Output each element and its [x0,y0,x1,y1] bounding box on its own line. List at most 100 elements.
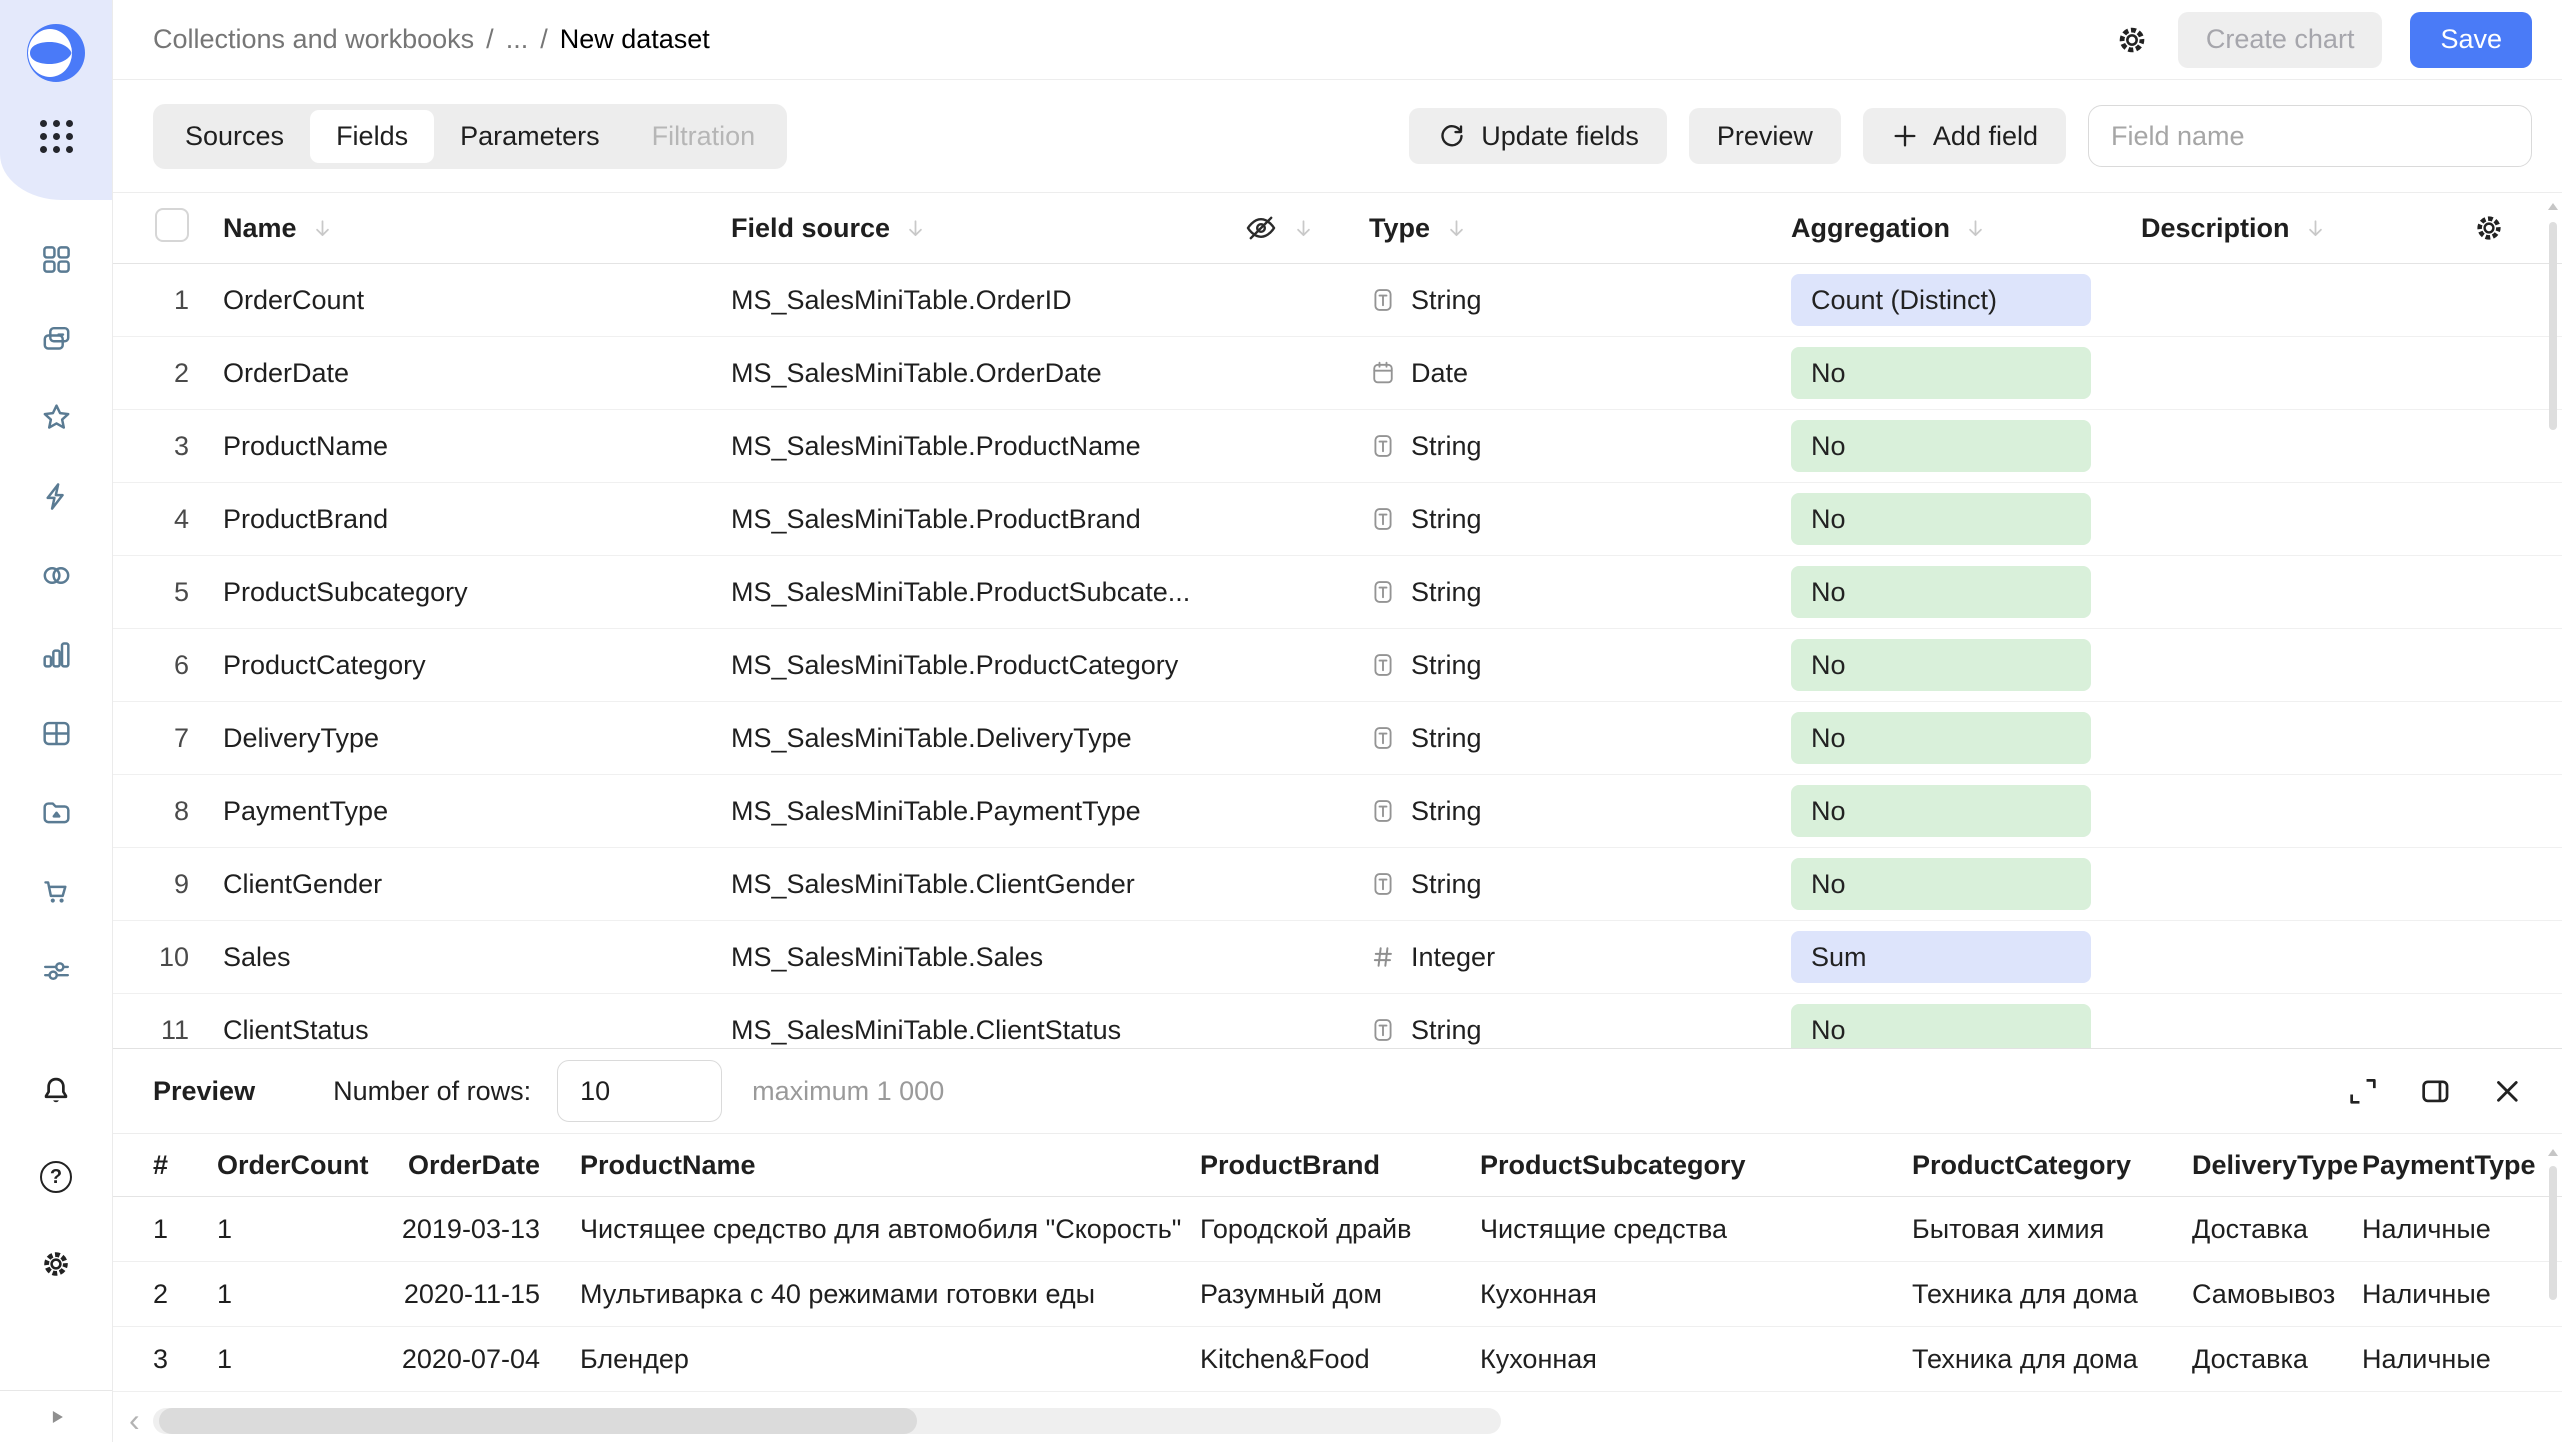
field-type[interactable]: String [1369,431,1791,462]
field-name[interactable]: ProductBrand [223,504,731,535]
column-header-description[interactable]: Description [2141,213,2290,244]
relations-circles-icon[interactable] [40,559,73,592]
aggregation-select[interactable]: No [1791,566,2091,618]
sort-arrow-icon[interactable] [1963,216,1988,241]
charts-icon[interactable] [40,638,73,671]
field-row[interactable]: 3 ProductName MS_SalesMiniTable.ProductN… [113,410,2562,483]
notifications-bell-icon[interactable] [39,1073,73,1107]
settings-sliders-icon[interactable] [40,954,73,987]
split-view-icon[interactable] [2418,1074,2452,1108]
collections-icon[interactable] [40,322,73,355]
field-type[interactable]: String [1369,723,1791,754]
field-name[interactable]: OrderCount [223,285,731,316]
field-row[interactable]: 11 ClientStatus MS_SalesMiniTable.Client… [113,994,2562,1048]
hidden-eye-off-icon[interactable] [1244,211,1278,245]
dataset-settings-gear-icon[interactable] [2114,22,2150,58]
field-type[interactable]: String [1369,504,1791,535]
column-header-type[interactable]: Type [1369,213,1430,244]
field-name[interactable]: ProductSubcategory [223,577,731,608]
field-row[interactable]: 2 OrderDate MS_SalesMiniTable.OrderDate … [113,337,2562,410]
sort-arrow-icon[interactable] [903,216,928,241]
fields-vertical-scrollbar[interactable] [2549,222,2557,430]
field-type[interactable]: String [1369,285,1791,316]
sort-arrow-icon[interactable] [1444,216,1469,241]
lightning-icon[interactable] [40,480,73,513]
aggregation-select[interactable]: No [1791,493,2091,545]
field-row[interactable]: 10 Sales MS_SalesMiniTable.Sales Integer… [113,921,2562,994]
field-row[interactable]: 1 OrderCount MS_SalesMiniTable.OrderID S… [113,264,2562,337]
expand-preview-icon[interactable] [2346,1074,2380,1108]
tab[interactable]: Parameters [434,110,626,163]
tab[interactable]: Filtration [626,110,782,163]
aggregation-select[interactable]: Sum [1791,931,2091,983]
field-type[interactable]: Date [1369,358,1791,389]
column-header-field-source[interactable]: Field source [731,213,890,244]
field-row[interactable]: 7 DeliveryType MS_SalesMiniTable.Deliver… [113,702,2562,775]
field-row[interactable]: 4 ProductBrand MS_SalesMiniTable.Product… [113,483,2562,556]
help-icon[interactable]: ? [40,1161,72,1193]
sidebar-expand-footer[interactable] [0,1390,112,1442]
aggregation-select[interactable]: No [1791,639,2091,691]
field-type[interactable]: String [1369,796,1791,827]
aggregation-select[interactable]: Count (Distinct) [1791,274,2091,326]
table-icon[interactable] [40,717,73,750]
folder-icon[interactable] [40,796,73,829]
preview-vertical-scrollbar[interactable] [2549,1166,2557,1300]
field-name[interactable]: ClientGender [223,869,731,900]
horizontal-scrollbar[interactable] [153,1408,1501,1434]
close-preview-icon[interactable] [2490,1074,2524,1108]
scroll-up-arrow-icon[interactable] [2548,203,2558,210]
favorites-star-icon[interactable] [40,401,73,434]
field-row[interactable]: 5 ProductSubcategory MS_SalesMiniTable.P… [113,556,2562,629]
dashboards-icon[interactable] [40,243,73,276]
save-button[interactable]: Save [2410,11,2532,68]
gear-icon[interactable] [39,1247,73,1281]
field-row[interactable]: 9 ClientGender MS_SalesMiniTable.ClientG… [113,848,2562,921]
field-name[interactable]: ProductCategory [223,650,731,681]
field-row[interactable]: 6 ProductCategory MS_SalesMiniTable.Prod… [113,629,2562,702]
aggregation-select[interactable]: No [1791,785,2091,837]
scroll-left-chevron-icon[interactable]: ‹ [129,1404,140,1436]
field-type[interactable]: String [1369,1015,1791,1046]
preview-cell: 1 [217,1343,233,1374]
aggregation-select[interactable]: No [1791,858,2091,910]
aggregation-select[interactable]: No [1791,712,2091,764]
preview-button[interactable]: Preview [1688,108,1841,164]
number-of-rows-input[interactable] [557,1060,723,1122]
column-header-aggregation[interactable]: Aggregation [1791,213,1950,244]
breadcrumb-ellipsis[interactable]: ... [506,24,529,55]
field-row[interactable]: 8 PaymentType MS_SalesMiniTable.PaymentT… [113,775,2562,848]
field-type[interactable]: String [1369,577,1791,608]
aggregation-select[interactable]: No [1791,420,2091,472]
sort-arrow-icon[interactable] [2303,216,2328,241]
field-name[interactable]: ClientStatus [223,1015,731,1046]
breadcrumb-root[interactable]: Collections and workbooks [153,24,474,55]
field-name[interactable]: PaymentType [223,796,731,827]
apps-grid-icon[interactable] [39,120,73,153]
add-field-button[interactable]: Add field [1862,108,2066,164]
field-name-search-input[interactable] [2088,105,2532,167]
create-chart-button[interactable]: Create chart [2177,11,2383,68]
column-header-name[interactable]: Name [223,213,297,244]
aggregation-select[interactable]: No [1791,347,2091,399]
aggregation-select[interactable]: No [1791,1004,2091,1048]
sort-arrow-icon[interactable] [310,216,335,241]
select-all-checkbox[interactable] [155,207,189,242]
field-type[interactable]: String [1369,650,1791,681]
field-name[interactable]: Sales [223,942,731,973]
preview-cell: 2020-07-04 [401,1343,540,1374]
table-settings-gear-icon[interactable] [2472,211,2506,245]
tab[interactable]: Fields [310,109,435,163]
horizontal-scrollbar-thumb[interactable] [159,1408,917,1434]
sort-arrow-icon[interactable] [1291,216,1316,241]
field-name[interactable]: OrderDate [223,358,731,389]
marketplace-cart-icon[interactable] [40,875,73,908]
scroll-up-arrow-icon[interactable] [2548,1149,2558,1156]
datalens-logo[interactable] [27,24,85,82]
tab[interactable]: Sources [159,110,310,163]
field-type[interactable]: String [1369,869,1791,900]
field-name[interactable]: DeliveryType [223,723,731,754]
field-name[interactable]: ProductName [223,431,731,462]
update-fields-button[interactable]: Update fields [1409,108,1667,164]
field-type[interactable]: Integer [1369,942,1791,973]
